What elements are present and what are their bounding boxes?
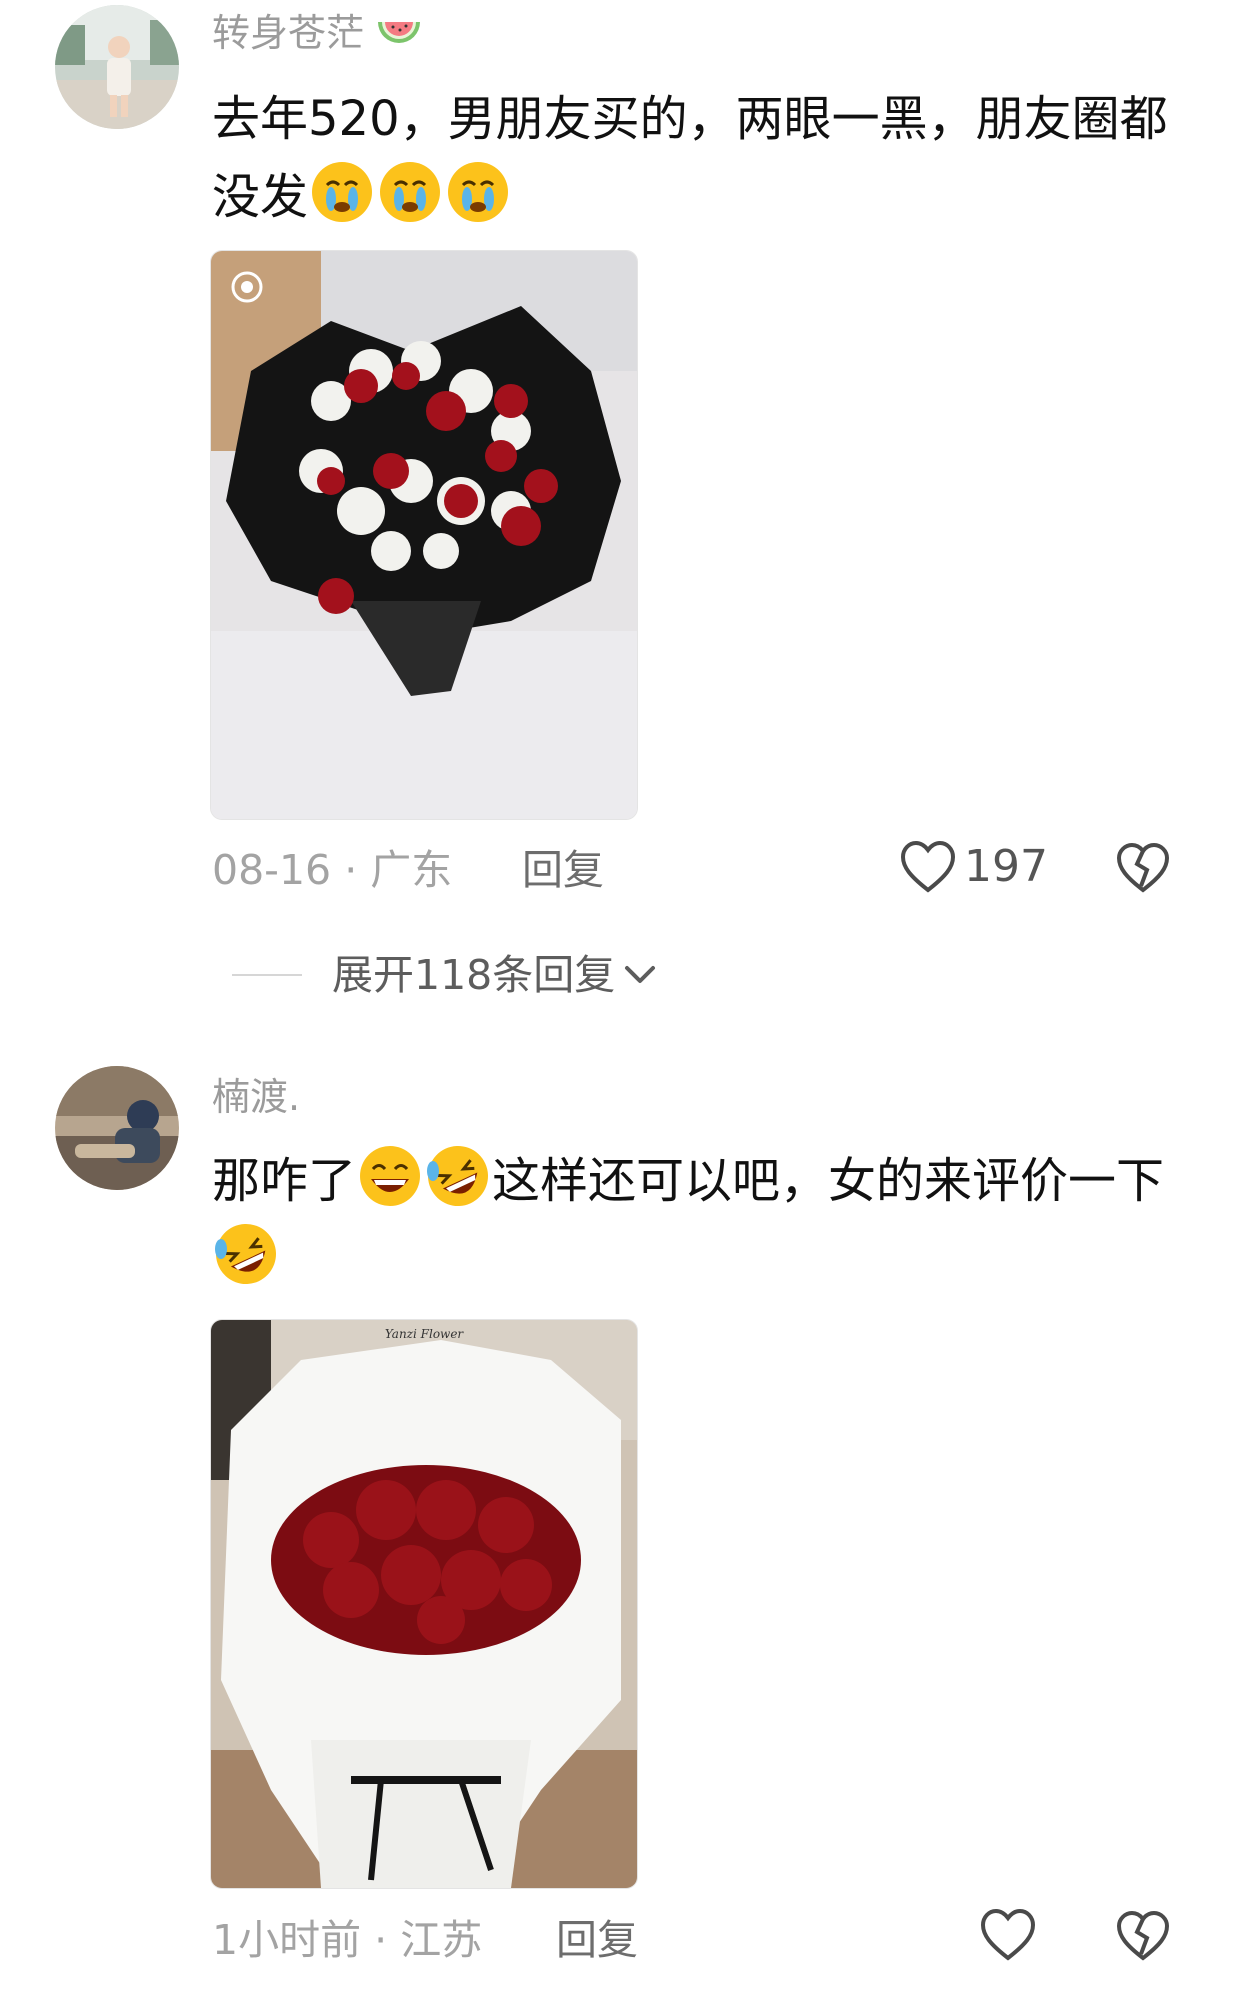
grinning-face-icon [360,1146,421,1206]
crying-face-icon [312,162,373,222]
comment-date: 08-16 [212,846,332,894]
heart-icon [900,840,956,893]
username[interactable]: 楠渡. [212,1078,300,1116]
reply-button[interactable]: 回复 [556,1920,638,1961]
dislike-button[interactable] [1116,1910,1170,1966]
heart-icon [980,1908,1036,1961]
expand-replies-label: 展开118条回复 [332,950,616,999]
user-avatar[interactable] [55,5,179,129]
user-avatar[interactable] [55,1066,179,1190]
broken-heart-icon [1116,842,1170,893]
broken-heart-icon [1116,1910,1170,1961]
comment-photo[interactable]: Yanzi Flower [210,1319,638,1889]
reply-button[interactable]: 回复 [522,850,604,891]
rolling-laughing-face-icon [215,1224,276,1284]
username[interactable]: 转身苍茫 [212,14,422,52]
comment-location: 江苏 [400,1916,483,1964]
like-button[interactable] [980,1908,1036,1962]
rolling-laughing-face-icon [427,1146,489,1206]
meta-separator: · [344,846,358,894]
comment-text: 去年520，男朋友买的，两眼一黑，朋友圈都没发 [212,91,1168,225]
dislike-button[interactable] [1116,842,1170,898]
expand-replies-button[interactable]: 展开118条回复 [232,950,657,1000]
comment-date: 1小时前 [212,1916,362,1964]
comment-text: 那咋了 这样还可以吧，女的来评价一下 [212,1142,1197,1298]
watermelon-icon [378,22,421,43]
brand-logo: Yanzi Flower [385,1327,465,1341]
comment-location: 广东 [370,846,453,894]
like-count: 197 [964,841,1048,892]
chevron-down-icon [625,966,656,983]
crying-face-icon [448,162,509,222]
comment-meta: 1小时前 · 江苏 [212,1920,482,1961]
crying-face-icon [380,162,441,222]
divider-line [232,974,302,976]
like-button[interactable]: 197 [900,840,1048,894]
comment-photo[interactable] [210,250,638,820]
comment-meta: 08-16 · 广东 [212,850,452,891]
meta-separator: · [374,1916,388,1964]
